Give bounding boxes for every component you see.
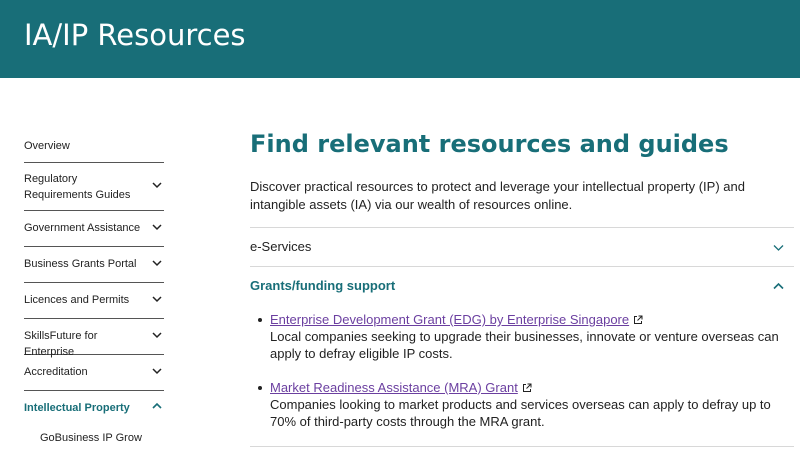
accordion-title: e-Services	[250, 239, 312, 254]
sidebar-item-label: Accreditation	[24, 366, 88, 378]
accordion-title: Grants/funding support	[250, 278, 396, 293]
grant-list: Enterprise Development Grant (EDG) by En…	[250, 311, 794, 430]
page-banner: IA/IP Resources	[0, 0, 800, 78]
sidebar-item-accreditation[interactable]: Accreditation	[24, 355, 164, 391]
bullet-icon	[258, 386, 262, 390]
chevron-down-icon	[152, 258, 162, 268]
list-item: Enterprise Development Grant (EDG) by En…	[258, 311, 794, 362]
external-link-icon	[522, 383, 532, 393]
grant-description: Companies looking to market products and…	[270, 397, 771, 429]
sidebar-item-label: SkillsFuture for Enterprise	[24, 330, 98, 358]
section-divider	[250, 446, 794, 447]
sidebar-item-skillsfuture[interactable]: SkillsFuture for Enterprise	[24, 319, 164, 358]
sidebar-item-label: Licences and Permits	[24, 294, 130, 306]
bullet-icon	[258, 318, 262, 322]
sidebar-item-regulatory-guides[interactable]: Regulatory Requirements Guides	[24, 163, 164, 211]
sidebar-nav: Overview Regulatory Requirements Guides …	[24, 128, 164, 445]
chevron-down-icon	[152, 222, 162, 232]
chevron-down-icon	[773, 242, 784, 253]
accordion-e-services[interactable]: e-Services	[250, 227, 794, 266]
accordion-grants-funding[interactable]: Grants/funding support	[250, 266, 794, 305]
sidebar-item-label: Intellectual Property	[24, 402, 130, 414]
section-heading: Find relevant resources and guides	[250, 130, 729, 158]
chevron-down-icon	[152, 294, 162, 304]
list-item: Market Readiness Assistance (MRA) Grant …	[258, 379, 794, 430]
edg-grant-link[interactable]: Enterprise Development Grant (EDG) by En…	[270, 312, 629, 327]
grant-description: Local companies seeking to upgrade their…	[270, 329, 779, 361]
sidebar-item-label: Business Grants Portal	[24, 258, 137, 270]
sidebar-item-label: Overview	[24, 140, 70, 152]
sidebar-subitem-gobusiness-ip-grow[interactable]: GoBusiness IP Grow	[24, 431, 164, 445]
chevron-down-icon	[152, 366, 162, 376]
chevron-up-icon	[773, 281, 784, 292]
sidebar-item-government-assistance[interactable]: Government Assistance	[24, 211, 164, 247]
page-title: IA/IP Resources	[24, 18, 246, 52]
main-content: Find relevant resources and guides Disco…	[250, 128, 794, 430]
intro-text: Discover practical resources to protect …	[250, 179, 745, 212]
sidebar-item-business-grants-portal[interactable]: Business Grants Portal	[24, 247, 164, 283]
mra-grant-link[interactable]: Market Readiness Assistance (MRA) Grant	[270, 380, 518, 395]
chevron-down-icon	[152, 330, 162, 340]
sidebar-item-label: Regulatory Requirements Guides	[24, 173, 131, 201]
chevron-down-icon	[152, 180, 162, 190]
external-link-icon	[633, 315, 643, 325]
sidebar-item-overview[interactable]: Overview	[24, 128, 164, 163]
sidebar-item-intellectual-property[interactable]: Intellectual Property	[24, 391, 164, 419]
sidebar-item-label: Government Assistance	[24, 222, 141, 234]
sidebar-item-licences-permits[interactable]: Licences and Permits	[24, 283, 164, 319]
chevron-up-icon	[152, 401, 162, 411]
